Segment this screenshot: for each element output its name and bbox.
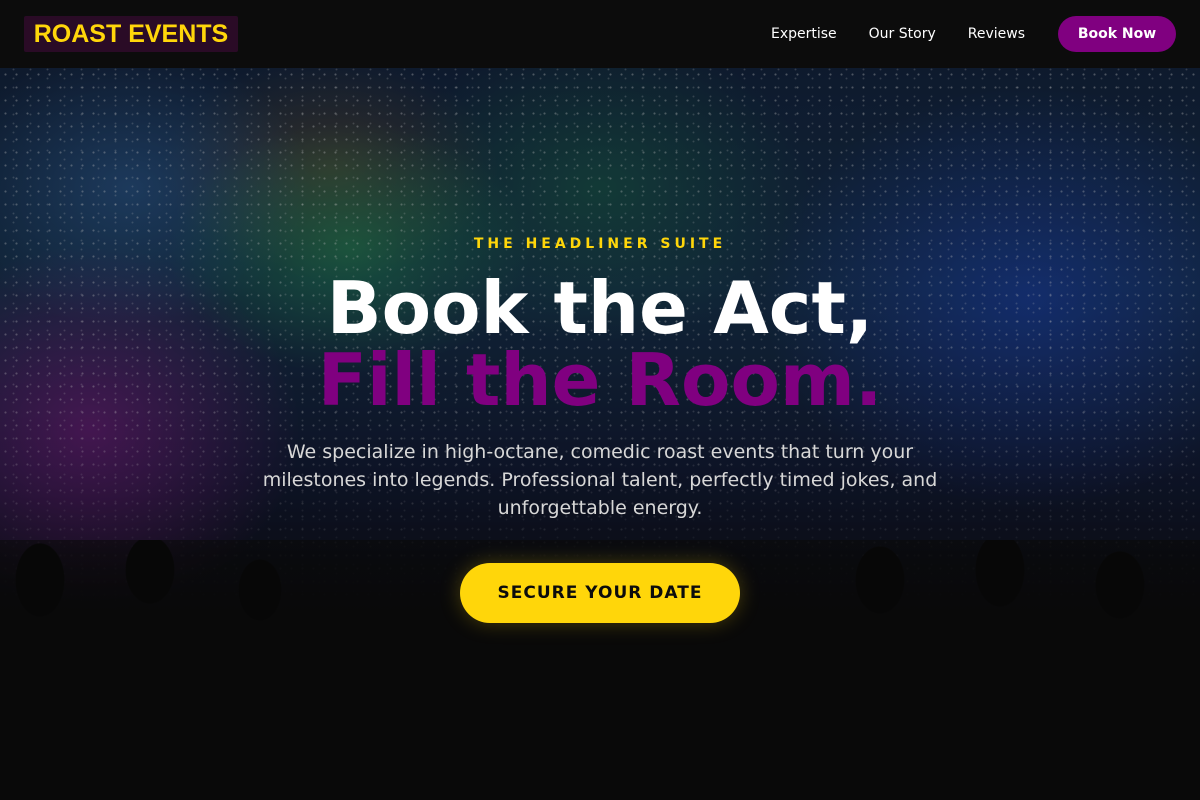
hero-headline-line-1: Book the Act, — [326, 266, 874, 350]
nav-links: Expertise Our Story Reviews — [739, 0, 1025, 68]
hero-description: We specialize in high-octane, comedic ro… — [262, 441, 938, 519]
hero-eyebrow: THE HEADLINER SUITE — [473, 236, 727, 252]
landing-page: ROAST EVENTS Expertise Our Story Reviews… — [0, 0, 1200, 800]
book-now-button[interactable]: Book Now — [1058, 16, 1176, 52]
nav-link-reviews[interactable]: Reviews — [968, 26, 1025, 42]
hero-overlay — [0, 68, 1200, 800]
top-navbar: ROAST EVENTS Expertise Our Story Reviews… — [0, 0, 1200, 68]
brand-logo[interactable]: ROAST EVENTS — [24, 16, 238, 52]
nav-link-our-story[interactable]: Our Story — [869, 26, 936, 42]
hero-headline-line-2: Fill the Room. — [317, 338, 883, 422]
nav-link-expertise[interactable]: Expertise — [771, 26, 837, 42]
secure-date-button[interactable]: SECURE YOUR DATE — [460, 563, 740, 623]
hero-section: THE HEADLINER SUITE Book the Act, Fill t… — [0, 68, 1200, 800]
